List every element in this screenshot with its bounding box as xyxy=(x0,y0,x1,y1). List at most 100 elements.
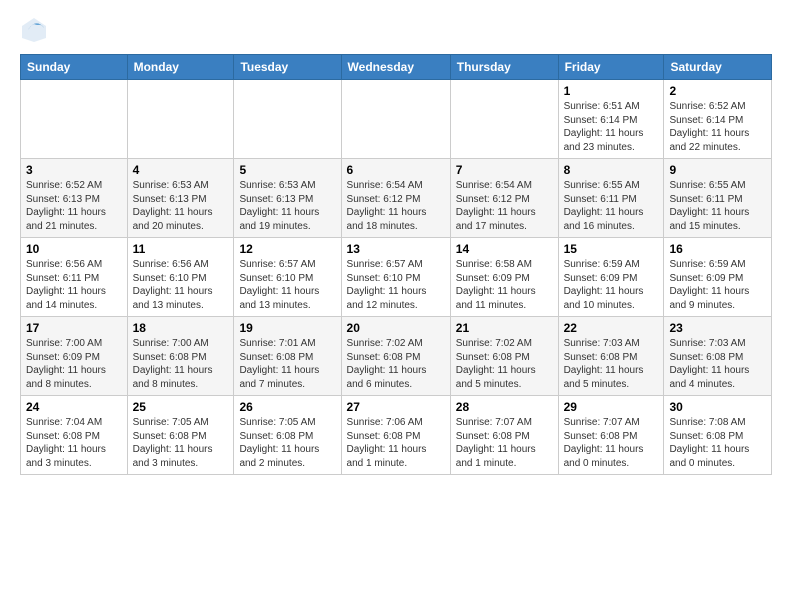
day-info: Sunrise: 7:01 AMSunset: 6:08 PMDaylight:… xyxy=(239,337,335,391)
day-info: Sunrise: 6:55 AMSunset: 6:11 PMDaylight:… xyxy=(564,179,659,233)
day-cell: 21Sunrise: 7:02 AMSunset: 6:08 PMDayligh… xyxy=(450,317,558,396)
day-number: 4 xyxy=(133,163,229,177)
day-cell: 8 Sunrise: 6:55 AMSunset: 6:11 PMDaylight… xyxy=(558,159,664,238)
day-cell: 28 Sunrise: 7:07 AMSunset: 6:08 PMDayligh… xyxy=(450,396,558,475)
day-info: Sunrise: 6:59 AMSunset: 6:09 PMDaylight:… xyxy=(564,258,659,312)
day-number: 3 xyxy=(26,163,122,177)
weekday-header-row: SundayMondayTuesdayWednesdayThursdayFrid… xyxy=(21,55,772,80)
day-info: Sunrise: 7:04 AMSunset: 6:08 PMDaylight:… xyxy=(26,416,122,470)
day-number: 9 xyxy=(669,163,766,177)
logo-icon xyxy=(20,16,48,44)
day-cell xyxy=(450,80,558,159)
day-number: 20 xyxy=(347,321,445,335)
day-cell: 27 Sunrise: 7:06 AMSunset: 6:08 PMDayligh… xyxy=(341,396,450,475)
day-cell: 13 Sunrise: 6:57 AMSunset: 6:10 PMDayligh… xyxy=(341,238,450,317)
day-number: 5 xyxy=(239,163,335,177)
day-number: 15 xyxy=(564,242,659,256)
day-cell: 6Sunrise: 6:54 AMSunset: 6:12 PMDaylight… xyxy=(341,159,450,238)
day-cell: 11Sunrise: 6:56 AMSunset: 6:10 PMDayligh… xyxy=(127,238,234,317)
day-number: 27 xyxy=(347,400,445,414)
day-info: Sunrise: 6:58 AMSunset: 6:09 PMDaylight:… xyxy=(456,258,553,312)
day-info: Sunrise: 7:03 AMSunset: 6:08 PMDaylight:… xyxy=(564,337,659,391)
day-info: Sunrise: 7:06 AMSunset: 6:08 PMDaylight:… xyxy=(347,416,445,470)
day-info: Sunrise: 6:55 AMSunset: 6:11 PMDaylight:… xyxy=(669,179,766,233)
day-number: 28 xyxy=(456,400,553,414)
day-cell: 16 Sunrise: 6:59 AMSunset: 6:09 PMDayligh… xyxy=(664,238,772,317)
day-info: Sunrise: 6:57 AMSunset: 6:10 PMDaylight:… xyxy=(347,258,445,312)
calendar-table: SundayMondayTuesdayWednesdayThursdayFrid… xyxy=(20,54,772,475)
day-cell: 1Sunrise: 6:51 AMSunset: 6:14 PMDaylight… xyxy=(558,80,664,159)
day-cell: 7 Sunrise: 6:54 AMSunset: 6:12 PMDaylight… xyxy=(450,159,558,238)
day-info: Sunrise: 6:52 AMSunset: 6:13 PMDaylight:… xyxy=(26,179,122,233)
day-info: Sunrise: 6:53 AMSunset: 6:13 PMDaylight:… xyxy=(133,179,229,233)
day-number: 19 xyxy=(239,321,335,335)
week-row-1: 1Sunrise: 6:51 AMSunset: 6:14 PMDaylight… xyxy=(21,80,772,159)
day-number: 16 xyxy=(669,242,766,256)
day-number: 29 xyxy=(564,400,659,414)
day-cell: 24 Sunrise: 7:04 AMSunset: 6:08 PMDayligh… xyxy=(21,396,128,475)
day-cell: 29 Sunrise: 7:07 AMSunset: 6:08 PMDayligh… xyxy=(558,396,664,475)
day-cell xyxy=(234,80,341,159)
day-cell xyxy=(21,80,128,159)
week-row-2: 3 Sunrise: 6:52 AMSunset: 6:13 PMDaylight… xyxy=(21,159,772,238)
day-number: 10 xyxy=(26,242,122,256)
weekday-saturday: Saturday xyxy=(664,55,772,80)
weekday-friday: Friday xyxy=(558,55,664,80)
day-cell: 3 Sunrise: 6:52 AMSunset: 6:13 PMDaylight… xyxy=(21,159,128,238)
day-cell: 17Sunrise: 7:00 AMSunset: 6:09 PMDayligh… xyxy=(21,317,128,396)
day-info: Sunrise: 6:53 AMSunset: 6:13 PMDaylight:… xyxy=(239,179,335,233)
weekday-sunday: Sunday xyxy=(21,55,128,80)
day-cell: 25 Sunrise: 7:05 AMSunset: 6:08 PMDayligh… xyxy=(127,396,234,475)
day-info: Sunrise: 7:02 AMSunset: 6:08 PMDaylight:… xyxy=(347,337,445,391)
day-info: Sunrise: 6:57 AMSunset: 6:10 PMDaylight:… xyxy=(239,258,335,312)
day-cell: 23 Sunrise: 7:03 AMSunset: 6:08 PMDayligh… xyxy=(664,317,772,396)
day-number: 6 xyxy=(347,163,445,177)
week-row-4: 17Sunrise: 7:00 AMSunset: 6:09 PMDayligh… xyxy=(21,317,772,396)
day-cell: 4 Sunrise: 6:53 AMSunset: 6:13 PMDaylight… xyxy=(127,159,234,238)
day-info: Sunrise: 7:02 AMSunset: 6:08 PMDaylight:… xyxy=(456,337,553,391)
day-number: 24 xyxy=(26,400,122,414)
day-info: Sunrise: 6:52 AMSunset: 6:14 PMDaylight:… xyxy=(669,100,766,154)
day-info: Sunrise: 7:03 AMSunset: 6:08 PMDaylight:… xyxy=(669,337,766,391)
day-info: Sunrise: 7:00 AMSunset: 6:08 PMDaylight:… xyxy=(133,337,229,391)
day-number: 25 xyxy=(133,400,229,414)
day-number: 26 xyxy=(239,400,335,414)
day-number: 17 xyxy=(26,321,122,335)
day-cell: 14 Sunrise: 6:58 AMSunset: 6:09 PMDayligh… xyxy=(450,238,558,317)
day-cell xyxy=(127,80,234,159)
day-cell xyxy=(341,80,450,159)
day-info: Sunrise: 6:54 AMSunset: 6:12 PMDaylight:… xyxy=(456,179,553,233)
day-cell: 18 Sunrise: 7:00 AMSunset: 6:08 PMDayligh… xyxy=(127,317,234,396)
day-info: Sunrise: 6:59 AMSunset: 6:09 PMDaylight:… xyxy=(669,258,766,312)
day-number: 22 xyxy=(564,321,659,335)
day-number: 11 xyxy=(133,242,229,256)
logo xyxy=(20,16,50,44)
day-number: 8 xyxy=(564,163,659,177)
day-info: Sunrise: 7:07 AMSunset: 6:08 PMDaylight:… xyxy=(564,416,659,470)
page: SundayMondayTuesdayWednesdayThursdayFrid… xyxy=(0,0,792,612)
day-number: 13 xyxy=(347,242,445,256)
day-number: 30 xyxy=(669,400,766,414)
weekday-tuesday: Tuesday xyxy=(234,55,341,80)
day-info: Sunrise: 6:51 AMSunset: 6:14 PMDaylight:… xyxy=(564,100,659,154)
day-number: 23 xyxy=(669,321,766,335)
day-cell: 9 Sunrise: 6:55 AMSunset: 6:11 PMDaylight… xyxy=(664,159,772,238)
day-cell: 10 Sunrise: 6:56 AMSunset: 6:11 PMDayligh… xyxy=(21,238,128,317)
day-number: 2 xyxy=(669,84,766,98)
weekday-wednesday: Wednesday xyxy=(341,55,450,80)
day-cell: 2 Sunrise: 6:52 AMSunset: 6:14 PMDaylight… xyxy=(664,80,772,159)
day-number: 18 xyxy=(133,321,229,335)
week-row-5: 24 Sunrise: 7:04 AMSunset: 6:08 PMDayligh… xyxy=(21,396,772,475)
week-row-3: 10 Sunrise: 6:56 AMSunset: 6:11 PMDayligh… xyxy=(21,238,772,317)
day-number: 7 xyxy=(456,163,553,177)
day-info: Sunrise: 7:05 AMSunset: 6:08 PMDaylight:… xyxy=(133,416,229,470)
header xyxy=(20,16,772,44)
day-cell: 12Sunrise: 6:57 AMSunset: 6:10 PMDayligh… xyxy=(234,238,341,317)
weekday-thursday: Thursday xyxy=(450,55,558,80)
day-info: Sunrise: 6:56 AMSunset: 6:11 PMDaylight:… xyxy=(26,258,122,312)
day-info: Sunrise: 7:07 AMSunset: 6:08 PMDaylight:… xyxy=(456,416,553,470)
day-cell: 15 Sunrise: 6:59 AMSunset: 6:09 PMDayligh… xyxy=(558,238,664,317)
day-cell: 20 Sunrise: 7:02 AMSunset: 6:08 PMDayligh… xyxy=(341,317,450,396)
day-number: 14 xyxy=(456,242,553,256)
day-info: Sunrise: 7:08 AMSunset: 6:08 PMDaylight:… xyxy=(669,416,766,470)
